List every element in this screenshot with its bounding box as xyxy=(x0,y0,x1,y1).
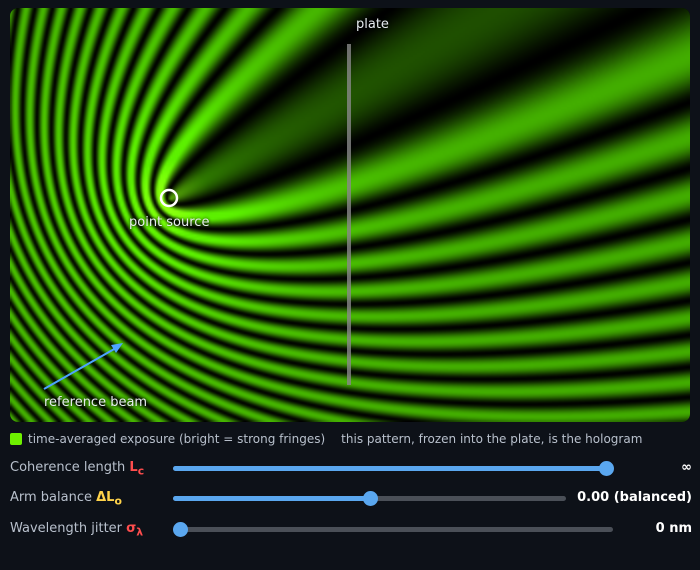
coherence-length-slider[interactable] xyxy=(173,461,614,476)
reference-beam-label: reference beam xyxy=(44,395,148,410)
arm-balance-knob[interactable] xyxy=(362,491,378,506)
wavelength-jitter-control: Wavelength jitter σλ 0 nm xyxy=(10,519,692,539)
wavelength-jitter-label: Wavelength jitter σλ xyxy=(10,521,144,539)
point-source-label: point source xyxy=(129,215,210,230)
plate-label: plate xyxy=(356,17,389,32)
wavelength-jitter-value: 0 nm xyxy=(655,521,692,536)
coherence-length-control: Coherence length Lc ∞ xyxy=(10,458,692,478)
legend: time-averaged exposure (bright = strong … xyxy=(10,432,642,446)
arm-balance-slider[interactable] xyxy=(173,491,566,506)
arm-balance-control: Arm balance ΔLo 0.00 (balanced) xyxy=(10,488,692,508)
legend-note: this pattern, frozen into the plate, is … xyxy=(341,432,643,446)
coherence-length-label: Coherence length Lc xyxy=(10,460,145,478)
legend-swatch xyxy=(10,433,22,445)
reference-beam-arrowhead xyxy=(111,343,123,353)
reference-beam-arrow xyxy=(43,347,117,390)
point-source-marker[interactable] xyxy=(159,188,179,208)
arm-balance-value: 0.00 (balanced) xyxy=(577,490,692,505)
coherence-length-symbol: Lc xyxy=(129,460,145,478)
arm-balance-label: Arm balance ΔLo xyxy=(10,490,122,508)
coherence-length-value: ∞ xyxy=(681,460,692,475)
arm-balance-fill xyxy=(173,496,370,501)
coherence-length-knob[interactable] xyxy=(599,461,614,476)
wavelength-jitter-symbol: σλ xyxy=(126,521,144,539)
legend-text: time-averaged exposure (bright = strong … xyxy=(28,432,326,446)
coherence-length-fill xyxy=(173,466,606,471)
wavelength-jitter-slider[interactable] xyxy=(173,522,613,537)
hologram-viewer: plate point source reference beam xyxy=(10,8,690,422)
arm-balance-symbol: ΔLo xyxy=(96,490,122,508)
wavelength-jitter-knob[interactable] xyxy=(173,522,188,537)
viewer-overlay xyxy=(43,44,351,390)
